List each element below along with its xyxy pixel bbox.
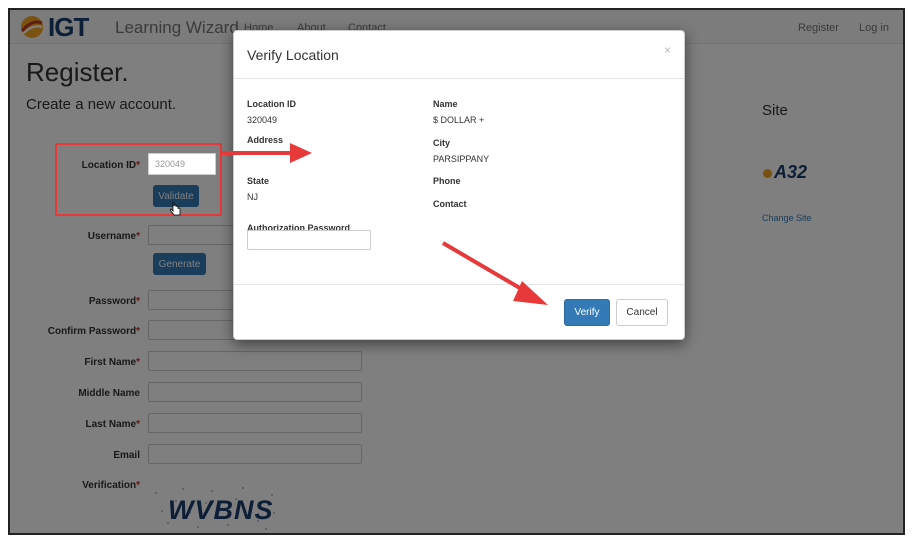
cancel-button[interactable]: Cancel <box>616 299 668 326</box>
mouse-pointer-icon <box>170 202 181 216</box>
modal-phone-label: Phone <box>433 176 461 186</box>
modal-address-label: Address <box>247 135 284 145</box>
modal-name-value: $ DOLLAR + <box>433 115 485 125</box>
verify-button[interactable]: Verify <box>564 299 610 326</box>
close-icon[interactable]: × <box>664 43 671 57</box>
modal-state-label: State <box>247 176 270 186</box>
browser-frame: IGT Learning Wizard Home About Contact R… <box>8 8 905 535</box>
modal-location-id-value: 320049 <box>247 115 278 125</box>
modal-location-id-label: Location ID <box>247 99 296 109</box>
modal-footer: Verify Cancel <box>234 284 684 341</box>
modal-contact-label: Contact <box>433 199 467 209</box>
modal-header: Verify Location × <box>234 31 684 79</box>
modal-city-value: PARSIPPANY <box>433 154 490 164</box>
modal-city-label: City <box>433 138 451 148</box>
modal-name-label: Name <box>433 99 458 109</box>
modal-state-value: NJ <box>247 192 258 202</box>
modal-title: Verify Location <box>247 47 339 63</box>
authorization-password-field[interactable] <box>247 230 371 250</box>
location-id-field[interactable]: 320049 <box>148 153 216 175</box>
verify-location-modal: Verify Location × Location ID 320049 Add… <box>233 30 685 340</box>
